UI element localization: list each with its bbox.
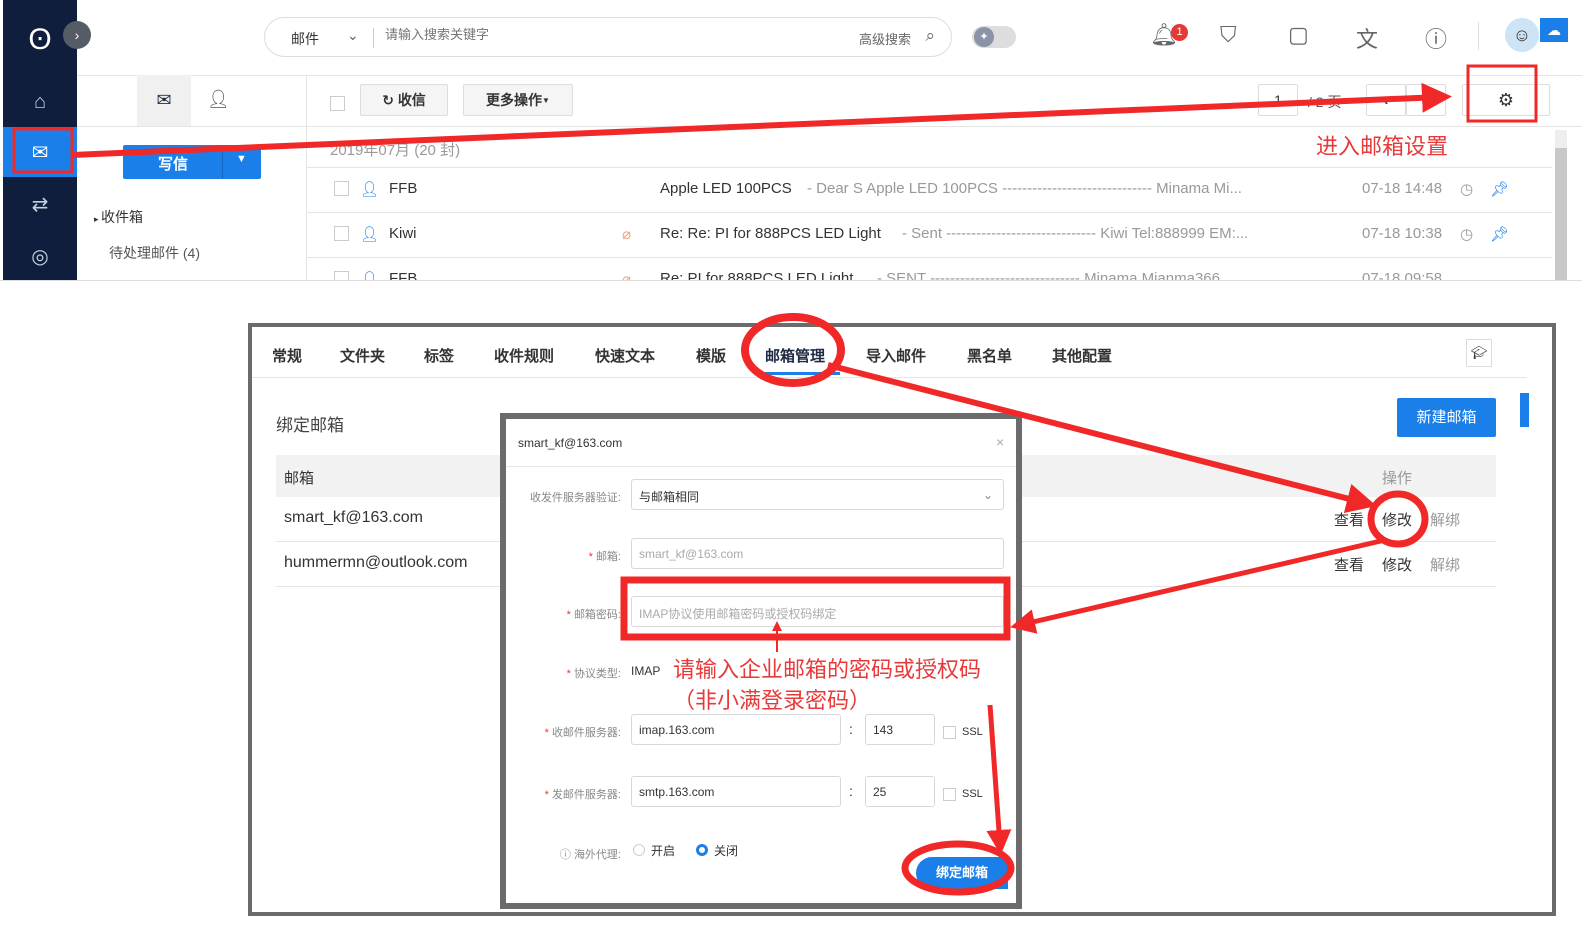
tab-mailbox-management[interactable]: 邮箱管理 [765,345,825,366]
next-page-button[interactable]: › [1406,84,1446,116]
incoming-ssl-checkbox[interactable] [943,726,956,739]
annotation-password-hint: 请输入企业邮箱的密码或授权码 [673,658,982,683]
pin-icon[interactable]: 📌︎ [1490,225,1509,243]
search-bar[interactable]: 邮件 ⌄ 高级搜索 ⌕ [264,17,952,57]
dialog-title: smart_kf@163.com [518,436,623,450]
tab-rules[interactable]: 收件规则 [494,345,554,366]
compose-dropdown-icon[interactable]: ▼ [236,153,247,165]
folder-inbox[interactable]: ▸ 收件箱 [94,207,143,227]
tab-quick-text[interactable]: 快速文本 [595,345,655,366]
bind-mailbox-button[interactable]: 绑定邮箱 [916,857,1008,889]
search-input[interactable] [385,27,805,42]
auth-select[interactable]: 与邮箱相同 ⌄ [631,479,1004,510]
email-row[interactable]: 👤︎ FFB ⌀ Re: PI for 888PCS LED Light - S… [307,258,1552,281]
tab-folders[interactable]: 文件夹 [340,345,385,366]
tab-general[interactable]: 常规 [272,345,302,366]
shop-icon[interactable]: ▢ [1288,22,1309,48]
more-actions-button[interactable]: 更多操作 ▼ [463,84,573,116]
incoming-port-field[interactable]: 143 [865,714,935,745]
contact-tab-icon[interactable]: 👤︎ [207,89,230,110]
notification-badge: 1 [1171,24,1188,41]
page-input[interactable]: 1 [1258,84,1298,116]
compose-button[interactable]: 写信 ▼ [123,145,261,179]
tab-templates[interactable]: 模版 [696,345,726,366]
search-icon[interactable]: ⌕ [925,26,935,46]
receive-button[interactable]: ↻ 收信 [360,84,448,116]
home-icon[interactable]: ⌂ [3,77,77,127]
graduation-cap-icon[interactable]: 🎓︎ [1466,339,1492,367]
contact-icon: 👤︎ [360,181,380,198]
translate-icon[interactable]: 文 [1356,22,1378,54]
tab-blacklist[interactable]: 黑名单 [967,345,1012,366]
view-link[interactable]: 查看 [1334,554,1364,575]
annotation-password-note: （非小满登录密码） [673,689,872,714]
section-title: 绑定邮箱 [276,416,344,435]
proxy-on-radio[interactable] [633,844,645,856]
chevron-down-icon: ⌄ [982,488,993,502]
email-field[interactable]: smart_kf@163.com [631,538,1004,569]
view-link[interactable]: 查看 [1334,509,1364,530]
gear-icon[interactable]: ⚙ [1462,84,1550,116]
outgoing-port-field[interactable]: 25 [865,776,935,807]
annotation-enter-settings: 进入邮箱设置 [1316,135,1449,160]
email-row[interactable]: 👤︎ FFB Apple LED 100PCS - Dear S Apple L… [307,168,1552,213]
tab-import[interactable]: 导入邮件 [866,345,926,366]
avatar[interactable]: ☺ [1505,18,1539,52]
close-icon[interactable]: × [996,434,1004,450]
prev-page-button[interactable]: ‹ [1366,84,1406,116]
scrollbar[interactable] [1555,130,1567,280]
unbind-link[interactable]: 解绑 [1430,554,1460,575]
tab-other[interactable]: 其他配置 [1052,345,1112,366]
help-icon: ⓘ [559,849,574,861]
contact-icon: 👤︎ [360,271,380,281]
help-icon[interactable]: ⓘ [1425,22,1447,54]
new-mailbox-button[interactable]: 新建邮箱 [1397,398,1496,437]
clock-icon[interactable]: ◷ [1460,225,1473,243]
contacts-icon[interactable]: ◎ [3,231,77,280]
contact-icon: 👤︎ [360,226,380,243]
page-total: / 2 页 [1308,94,1342,110]
refresh-icon: ↻ [382,91,398,108]
pin-icon: ✦ [974,27,994,47]
folder-pending[interactable]: 待处理邮件 (4) [109,243,200,263]
expand-nav-button[interactable]: › [63,21,91,49]
pin-icon[interactable]: 📌︎ [1490,180,1509,198]
pin-toggle[interactable]: ✦ [972,26,1016,48]
mail-tab-icon[interactable]: ✉ [137,75,191,126]
group-header: 2019年07月 (20 封) [330,142,461,159]
mail-nav-icon[interactable]: ✉ [3,127,77,177]
attachment-icon: ⌀ [622,226,632,243]
cloud-icon[interactable]: ☁ [1540,18,1568,42]
select-all-checkbox[interactable] [330,96,345,111]
attachment-icon: ⌀ [622,271,632,281]
edit-link[interactable]: 修改 [1382,509,1412,530]
password-field[interactable]: IMAP协议使用邮箱密码或授权码绑定 [631,596,1004,627]
search-scope-select[interactable]: 邮件 [291,29,319,49]
unbind-link[interactable]: 解绑 [1430,509,1460,530]
tab-tags[interactable]: 标签 [424,345,454,366]
incoming-host-field[interactable]: imap.163.com [631,714,841,745]
protocol-value: IMAP [631,664,661,678]
edit-link[interactable]: 修改 [1382,554,1412,575]
chevron-down-icon: ⌄ [347,27,359,43]
proxy-off-radio[interactable] [696,844,708,856]
shield-icon[interactable]: ⛉ [1220,22,1237,48]
email-row[interactable]: 👤︎ Kiwi ⌀ Re: Re: PI for 888PCS LED Ligh… [307,213,1552,258]
outgoing-host-field[interactable]: smtp.163.com [631,776,841,807]
workflow-icon[interactable]: ⇄ [3,179,77,229]
advanced-search-link[interactable]: 高级搜索 [859,29,911,48]
clock-icon[interactable]: ◷ [1460,180,1473,198]
outgoing-ssl-checkbox[interactable] [943,788,956,801]
